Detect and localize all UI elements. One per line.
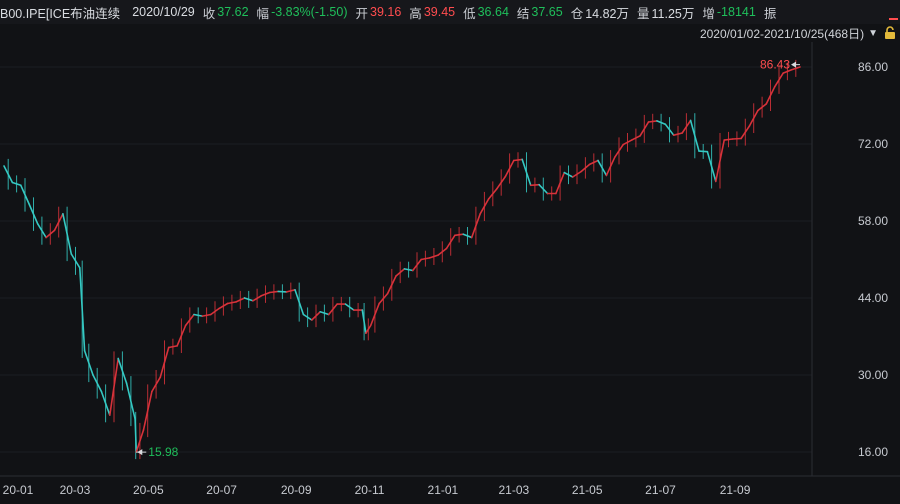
y-tick-label: 72.00 xyxy=(858,137,888,151)
change-label: 幅 xyxy=(256,6,270,21)
x-axis: 20-01 20-03 20-05 20-07 20-09 20-11 21-01 21-03… xyxy=(3,483,751,497)
low-label: 低 xyxy=(463,6,476,21)
x-tick-label: 20-03 xyxy=(60,483,91,497)
y-tick-label: 44.00 xyxy=(858,291,888,305)
annotations: 86.43 15.98 xyxy=(136,58,800,459)
settle-label: 结 xyxy=(516,6,530,21)
low-value: 36.64 xyxy=(477,5,509,19)
x-tick-label: 21-05 xyxy=(572,483,603,497)
y-tick-label: 16.00 xyxy=(858,445,888,459)
volume-value: 11.25万 xyxy=(651,6,695,21)
red-bar-icon xyxy=(884,0,900,24)
y-tick-label: 30.00 xyxy=(858,368,888,382)
y-tick-label: 86.00 xyxy=(858,60,888,74)
open-value: 39.16 xyxy=(370,5,402,19)
x-tick-label: 21-03 xyxy=(498,483,529,497)
open-interest-value: 14.82万 xyxy=(585,6,629,21)
open-label: 开 xyxy=(355,6,369,21)
x-tick-label: 20-05 xyxy=(133,483,164,497)
close-value: 37.62 xyxy=(217,5,249,19)
amplitude-label: 振 xyxy=(763,6,777,21)
x-tick-label: 20-07 xyxy=(206,483,237,497)
min-price-label: 15.98 xyxy=(148,445,178,459)
high-label: 高 xyxy=(409,6,422,21)
date-range-text: 2020/01/02-2021/10/25(468日) xyxy=(699,26,865,41)
price-chart[interactable]: 86.0072.0058.0044.0030.0016.00 20-01 20-0… xyxy=(0,0,900,504)
max-price-label: 86.43 xyxy=(760,58,790,72)
grid-lines xyxy=(0,66,812,453)
open-interest-label: 仓 xyxy=(570,6,584,21)
increase-value: -18141 xyxy=(716,5,756,19)
quote-info-bar: B00.IPE[ICE布油连续 2020/10/29 收 37.62 幅 -3.… xyxy=(0,0,900,24)
dropdown-triangle-icon[interactable]: ▼ xyxy=(868,28,878,39)
change-value: -3.83%(-1.50) xyxy=(271,5,348,19)
volume-label: 量 xyxy=(636,6,650,21)
close-label: 收 xyxy=(202,6,216,21)
date-range-selector[interactable]: 2020/01/02-2021/10/25(468日) ▼ xyxy=(700,24,896,42)
quote-date: 2020/10/29 xyxy=(132,5,195,19)
x-tick-label: 21-07 xyxy=(645,483,676,497)
x-tick-label: 20-01 xyxy=(3,483,34,497)
lock-icon[interactable] xyxy=(884,26,896,40)
high-value: 39.45 xyxy=(423,5,456,19)
y-tick-label: 58.00 xyxy=(858,214,888,228)
increase-label: 增 xyxy=(702,6,715,21)
settle-value: 37.65 xyxy=(531,5,563,19)
x-tick-label: 21-09 xyxy=(720,483,751,497)
x-tick-label: 20-11 xyxy=(355,483,385,497)
y-axis: 86.00 72.00 58.00 44.00 30.00 16.00 xyxy=(858,60,888,459)
x-tick-label: 21-01 xyxy=(428,483,459,497)
price-series xyxy=(3,59,801,460)
symbol-name[interactable]: B00.IPE[ICE布油连续 xyxy=(0,3,120,22)
x-tick-label: 20-09 xyxy=(281,483,312,497)
